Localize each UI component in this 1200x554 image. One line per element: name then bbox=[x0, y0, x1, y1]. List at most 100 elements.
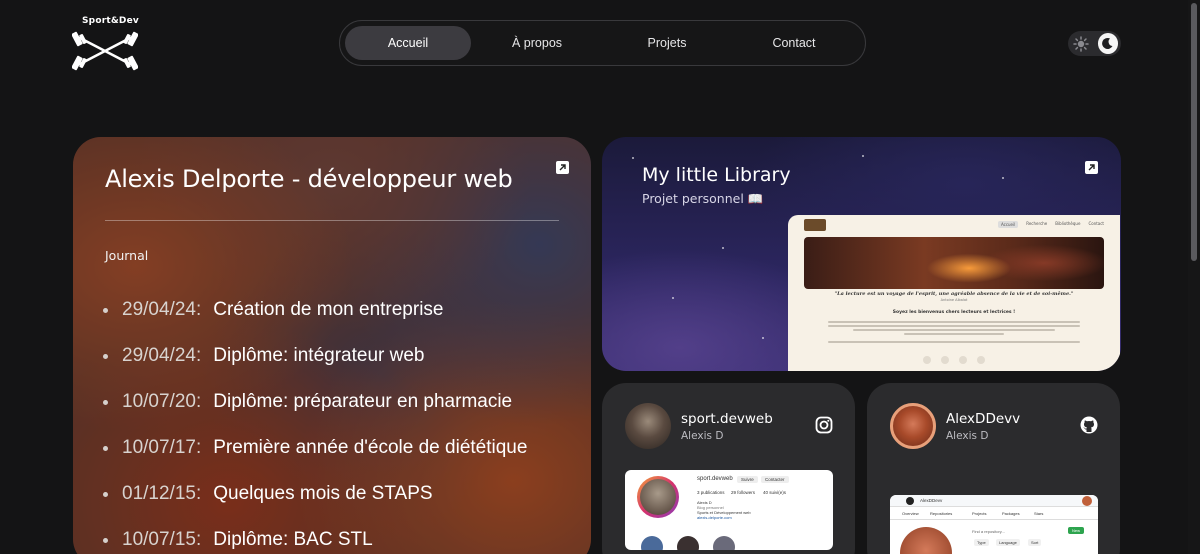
preview-stat: 40 suivi(e)s bbox=[763, 490, 787, 495]
preview-tab: Stars bbox=[1034, 511, 1044, 516]
journal-entry: 29/04/24: Création de mon entreprise bbox=[103, 287, 527, 333]
preview-nav-item: Contact bbox=[1088, 221, 1104, 226]
journal-list: 29/04/24: Création de mon entreprise 29/0… bbox=[103, 287, 527, 554]
theme-toggle[interactable] bbox=[1068, 31, 1121, 56]
preview-social-icons bbox=[788, 356, 1120, 364]
instagram-icon[interactable] bbox=[815, 416, 833, 434]
star-decoration bbox=[722, 247, 724, 249]
nav-item-contact[interactable]: Contact bbox=[731, 26, 857, 60]
avatar bbox=[625, 403, 671, 449]
github-logo-icon bbox=[906, 497, 914, 505]
external-link-icon[interactable] bbox=[556, 161, 569, 174]
entry-date: 29/04/24: bbox=[122, 299, 202, 320]
star-decoration bbox=[672, 297, 674, 299]
star-decoration bbox=[862, 155, 864, 157]
preview-user-avatar bbox=[1082, 496, 1092, 506]
star-decoration bbox=[762, 337, 764, 339]
preview-nav-item: Recherche bbox=[1026, 221, 1048, 226]
preview-bio-line: alexis-delporte.com bbox=[697, 515, 732, 520]
library-project-card[interactable]: My little Library Projet personnel 📖 Acc… bbox=[602, 137, 1121, 371]
journal-section-label: Journal bbox=[105, 248, 149, 263]
library-subtitle: Projet personnel 📖 bbox=[642, 191, 764, 206]
preview-contact-button: Contacter bbox=[761, 476, 789, 483]
scrollbar-thumb[interactable] bbox=[1191, 3, 1197, 261]
entry-text: Quelques mois de STAPS bbox=[213, 483, 433, 504]
library-title: My little Library bbox=[642, 164, 791, 186]
preview-follow-button: Suivre bbox=[737, 476, 758, 483]
preview-logo bbox=[804, 219, 826, 231]
preview-filter: Sort bbox=[1028, 539, 1042, 546]
github-card[interactable]: AlexDDevv Alexis D AlexDDevv Overview Re… bbox=[867, 383, 1120, 554]
github-icon[interactable] bbox=[1080, 416, 1098, 434]
instagram-handle: sport.devweb bbox=[681, 411, 773, 427]
journal-entry: 01/12/15: Quelques mois de STAPS bbox=[103, 471, 527, 517]
preview-avatar bbox=[900, 527, 952, 554]
entry-date: 01/12/15: bbox=[122, 483, 202, 504]
nav-item-accueil[interactable]: Accueil bbox=[345, 26, 471, 60]
entry-date: 29/04/24: bbox=[122, 345, 202, 366]
preview-paragraph bbox=[828, 321, 1080, 345]
journal-divider bbox=[105, 220, 559, 221]
instagram-profile-preview: sport.devweb Suivre Contacter 3 publicat… bbox=[625, 470, 833, 550]
avatar bbox=[890, 403, 936, 449]
journal-card: Alexis Delporte - développeur web Journa… bbox=[73, 137, 591, 554]
preview-tab: Packages bbox=[1002, 511, 1020, 516]
preview-filter: Language bbox=[996, 539, 1020, 546]
preview-tab: Overview bbox=[902, 511, 919, 516]
entry-text: Diplôme: intégrateur web bbox=[213, 345, 425, 366]
instagram-name: Alexis D bbox=[681, 430, 724, 442]
preview-welcome: Soyez les bienvenus chers lecteurs et le… bbox=[892, 310, 1016, 315]
preview-nav-item: Accueil bbox=[997, 221, 1019, 228]
preview-nav: Accueil Recherche Bibliothèque Contact bbox=[997, 221, 1104, 228]
entry-text: Création de mon entreprise bbox=[213, 299, 444, 320]
github-name: Alexis D bbox=[946, 430, 989, 442]
journal-entry: 10/07/20: Diplôme: préparateur en pharmac… bbox=[103, 379, 527, 425]
page-scrollbar[interactable] bbox=[1188, 0, 1200, 554]
nav-item-a-propos[interactable]: À propos bbox=[471, 26, 603, 60]
preview-avatar-ring bbox=[637, 476, 679, 518]
crossed-barbells-icon bbox=[72, 31, 138, 71]
bullet-icon bbox=[103, 353, 108, 359]
preview-username: sport.devweb bbox=[697, 476, 733, 482]
logo-brand-text: Sport&Dev bbox=[82, 16, 139, 26]
star-decoration bbox=[632, 157, 634, 159]
bullet-icon bbox=[103, 491, 108, 497]
library-site-preview: Accueil Recherche Bibliothèque Contact "… bbox=[788, 215, 1120, 371]
preview-tab: Projects bbox=[972, 511, 987, 516]
preview-stat: 29 followers bbox=[731, 490, 756, 495]
preview-stat: 3 publications bbox=[697, 490, 725, 495]
preview-quote-author: Antoine Albalat bbox=[940, 298, 968, 302]
preview-highlight bbox=[713, 536, 735, 550]
preview-tab: Repositories bbox=[930, 511, 953, 516]
preview-hero-image bbox=[804, 237, 1104, 289]
bullet-icon bbox=[103, 307, 108, 313]
entry-text: Diplôme: préparateur en pharmacie bbox=[213, 391, 513, 412]
preview-search: Find a repository... bbox=[972, 529, 1005, 534]
preview-new-button: New bbox=[1068, 527, 1085, 534]
journal-entry: 10/07/15: Diplôme: BAC STL bbox=[103, 517, 527, 554]
bullet-icon bbox=[103, 445, 108, 451]
preview-filter: Type bbox=[974, 539, 989, 546]
moon-icon[interactable] bbox=[1097, 33, 1118, 54]
entry-text: Première année d'école de diététique bbox=[213, 437, 528, 458]
star-decoration bbox=[1002, 177, 1004, 179]
journal-title: Alexis Delporte - développeur web bbox=[105, 165, 513, 193]
site-logo[interactable]: Sport&Dev bbox=[72, 16, 139, 72]
preview-nav-item: Bibliothèque bbox=[1055, 221, 1081, 226]
preview-quote: "La lecture est un voyage de l'esprit, u… bbox=[834, 291, 1074, 297]
entry-date: 10/07/17: bbox=[122, 437, 202, 458]
nav-item-projets[interactable]: Projets bbox=[603, 26, 731, 60]
preview-highlight bbox=[677, 536, 699, 550]
external-link-icon[interactable] bbox=[1085, 161, 1098, 174]
instagram-card[interactable]: sport.devweb Alexis D sport.devweb Suivr… bbox=[602, 383, 855, 554]
sun-icon[interactable] bbox=[1071, 33, 1092, 54]
entry-text: Diplôme: BAC STL bbox=[213, 529, 373, 550]
entry-date: 10/07/15: bbox=[122, 529, 202, 550]
preview-username: AlexDDevv bbox=[920, 498, 943, 503]
bullet-icon bbox=[103, 537, 108, 543]
github-profile-preview: AlexDDevv Overview Repositories Projects… bbox=[890, 495, 1098, 554]
journal-entry: 10/07/17: Première année d'école de diété… bbox=[103, 425, 527, 471]
github-handle: AlexDDevv bbox=[946, 411, 1021, 427]
bullet-icon bbox=[103, 399, 108, 405]
main-nav: Accueil À propos Projets Contact bbox=[339, 20, 866, 66]
